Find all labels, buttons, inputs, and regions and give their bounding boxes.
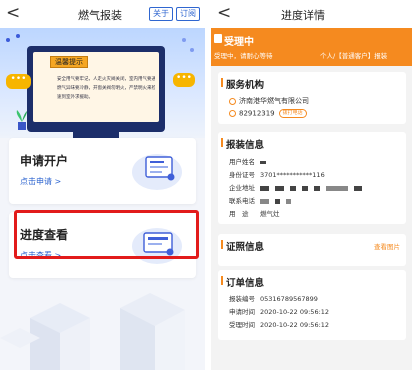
decor-dot <box>16 34 20 38</box>
decor-dot <box>182 38 186 42</box>
tip-title: 温馨提示 <box>50 56 88 68</box>
back-icon[interactable]: < <box>217 3 231 23</box>
redacted-value <box>275 198 280 204</box>
order-row: 受理时间 2020-10-22 09:56:12 <box>229 319 329 329</box>
redacted-value <box>290 185 296 191</box>
section-marker <box>221 276 223 285</box>
row-label: 申请时间 <box>229 308 255 316</box>
status-banner: 受理中 受理中，请耐心等待 个人/【普通客户】报装 <box>211 28 412 66</box>
order-info-section: 订单信息 报装编号 05316789567899 申请时间 2020-10-22 0… <box>218 270 406 340</box>
redacted-value <box>314 185 320 191</box>
section-heading: 报装信息 <box>226 140 265 151</box>
right-screen: < 进度详情 受理中 受理中，请耐心等待 个人/【普通客户】报装 服务机构 济南… <box>211 0 412 370</box>
monitor-screen: 温馨提示 安全用气要牢记，人走火灭阀关闭，室内用气要通风， 燃气异味要冷静，开窗… <box>33 52 159 122</box>
status-subtitle: 受理中，请耐心等待 <box>214 52 273 60</box>
plant-icon <box>16 110 27 130</box>
phone-number: 82912319 <box>239 109 275 118</box>
back-icon[interactable]: < <box>6 3 20 23</box>
row-value: 2020-10-22 09:56:12 <box>260 308 330 316</box>
org-name-text: 济南港华燃气有限公司 <box>239 97 309 105</box>
card-title: 申请开户 <box>20 154 69 168</box>
section-heading: 服务机构 <box>226 80 265 91</box>
section-marker <box>221 240 223 249</box>
info-row: 用户姓名 <box>229 156 272 166</box>
row-value: 3701***********116 <box>260 171 325 179</box>
top-nav-bar: < 进度详情 <box>211 0 412 28</box>
left-screen: < 燃气报装 关于 订阅 温馨提示 安全用气要牢记，人走火灭阀关闭，室内用气要通… <box>0 0 205 370</box>
section-heading: 证照信息 <box>226 242 265 253</box>
user-type: 个人/【普通客户】报装 <box>320 52 388 60</box>
section-marker <box>221 138 223 147</box>
info-row: 联系电话 <box>229 195 297 205</box>
certificate-section: 证照信息 查看图片 <box>218 234 406 266</box>
apply-account-card[interactable]: 申请开户 点击申请 > <box>9 138 196 204</box>
redacted-value <box>354 185 362 191</box>
info-row: 企业地址 <box>229 182 368 192</box>
row-label: 企业地址 <box>229 184 255 192</box>
redacted-value <box>260 185 269 191</box>
row-value: 05316789567899 <box>260 295 318 303</box>
redacted-value <box>260 198 269 204</box>
row-value: 燃气灶 <box>260 210 280 218</box>
redacted-value <box>275 185 284 191</box>
decor-dot <box>190 48 194 52</box>
redacted-value <box>302 185 308 191</box>
row-label: 联系电话 <box>229 197 255 205</box>
row-label: 用 途 <box>229 210 249 218</box>
redacted-value <box>286 198 291 204</box>
top-nav-bar: < 燃气报装 关于 订阅 <box>0 0 205 28</box>
tip-line-1: 安全用气要牢记，人走火灭阀关闭，室内用气要通风， <box>57 77 155 82</box>
tip-line-3: 速到室外求援助。 <box>57 95 93 100</box>
service-org-section: 服务机构 济南港华燃气有限公司 82912319 拨打电话 <box>218 72 406 124</box>
row-value: 2020-10-22 09:56:12 <box>260 321 330 329</box>
highlight-box <box>14 210 199 259</box>
row-label: 报装编号 <box>229 295 255 303</box>
person-icon <box>229 110 236 117</box>
safety-tip-banner: 温馨提示 安全用气要牢记，人走火灭阀关闭，室内用气要通风， 燃气异味要冷静，开窗… <box>0 28 205 138</box>
decorative-background <box>0 293 185 370</box>
org-name: 济南港华燃气有限公司 <box>229 96 309 106</box>
section-heading: 订单信息 <box>226 278 265 289</box>
about-button[interactable]: 关于 <box>149 7 173 21</box>
row-label: 用户姓名 <box>229 158 255 166</box>
order-row: 申请时间 2020-10-22 09:56:12 <box>229 306 329 316</box>
redacted-value <box>326 185 348 191</box>
apply-card-illustration <box>132 154 182 190</box>
redacted-value <box>260 160 266 164</box>
row-label: 受理时间 <box>229 321 255 329</box>
page-title: 燃气报装 <box>78 9 122 22</box>
chat-bubble-icon: ••• <box>6 74 31 89</box>
subscribe-button[interactable]: 订阅 <box>176 7 200 21</box>
org-phone: 82912319 拨打电话 <box>229 109 307 118</box>
install-info-section: 报装信息 用户姓名 身份证号 3701***********116 企业地址 联系… <box>218 132 406 224</box>
page-title: 进度详情 <box>281 9 325 22</box>
info-row: 用 途 燃气灶 <box>229 208 280 218</box>
monitor-illustration: 温馨提示 安全用气要牢记，人走火灭阀关闭，室内用气要通风， 燃气异味要冷静，开窗… <box>27 46 165 132</box>
document-icon <box>214 34 222 43</box>
info-row: 身份证号 3701***********116 <box>229 169 325 179</box>
tip-line-2: 燃气异味要冷静，开窗关阀勿明火，严禁明火来检漏， <box>57 86 155 91</box>
chat-bubble-icon: ••• <box>173 73 195 87</box>
row-label: 身份证号 <box>229 171 255 179</box>
order-row: 报装编号 05316789567899 <box>229 293 318 303</box>
decor-dot <box>6 38 10 42</box>
status-title: 受理中 <box>224 37 254 48</box>
apply-link[interactable]: 点击申请 > <box>20 176 61 187</box>
location-icon <box>229 97 236 105</box>
section-marker <box>221 78 223 87</box>
view-images-link[interactable]: 查看图片 <box>374 241 400 251</box>
call-button[interactable]: 拨打电话 <box>278 109 307 118</box>
